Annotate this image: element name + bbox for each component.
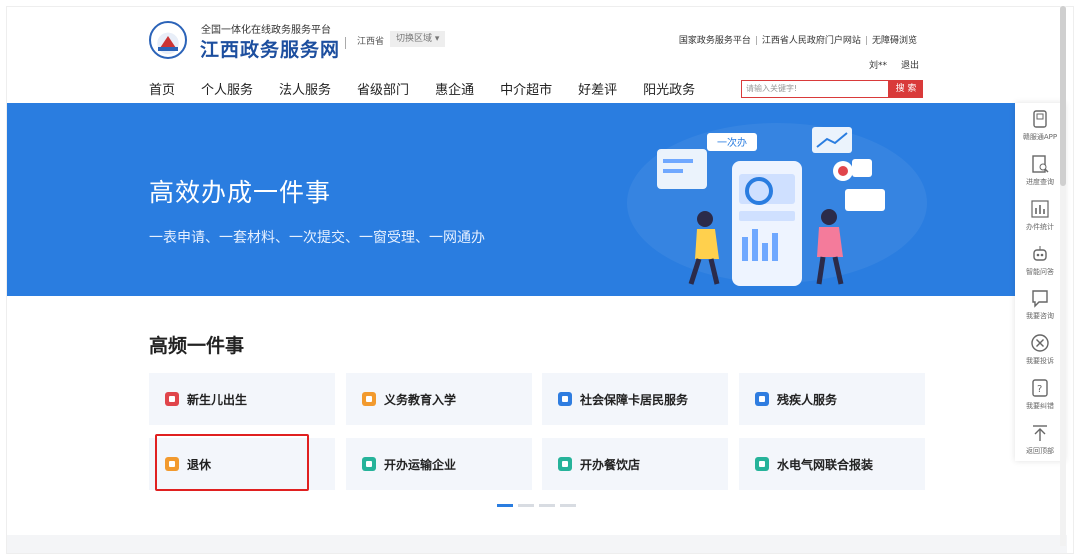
accessibility-icon (755, 392, 769, 406)
browser-viewport: 全国一体化在线政务服务平台 江西政务服务网 江西省 切换区域 ▾ 国家政务服务平… (6, 6, 1074, 554)
float-item-label: 我要纠错 (1026, 401, 1054, 410)
document-search-icon (1032, 155, 1049, 173)
service-card-label: 水电气网联合报装 (777, 457, 874, 472)
service-card-utilities[interactable]: 水电气网联合报装 (739, 438, 925, 490)
service-card-label: 新生儿出生 (187, 392, 248, 407)
nav-item-personal[interactable]: 个人服务 (201, 79, 253, 98)
pagination-dot[interactable] (560, 504, 576, 507)
float-item-label: 我要投诉 (1026, 357, 1054, 366)
nav-item-provincial-departments[interactable]: 省级部门 (357, 79, 409, 98)
service-card-social-security-card[interactable]: 社会保障卡居民服务 (542, 373, 728, 425)
float-item-correction[interactable]: ? 我要纠错 (1015, 372, 1065, 417)
top-links: 国家政务服务平台 | 江西省人民政府门户网站 | 无障碍浏览 (675, 33, 921, 46)
service-card-label: 义务教育入学 (384, 392, 457, 407)
card-icon (558, 392, 572, 406)
top-link-national[interactable]: 国家政务服务平台 (679, 36, 751, 46)
logout-link[interactable]: 退出 (901, 58, 919, 71)
service-card-label: 开办餐饮店 (580, 457, 641, 472)
banner-subtitle: 一表申请、一套材料、一次提交、一窗受理、一网通办 (149, 230, 485, 246)
service-card-transport-business[interactable]: 开办运输企业 (346, 438, 532, 490)
pagination-dot[interactable] (539, 504, 555, 507)
user-name[interactable]: 刘** (869, 58, 887, 71)
hero-banner[interactable]: 高效办成一件事 一表申请、一套材料、一次提交、一窗受理、一网通办 一次办 (7, 103, 1019, 296)
restaurant-icon (558, 457, 572, 471)
banner-badge: 一次办 (717, 136, 747, 149)
nav-item-agency-market[interactable]: 中介超市 (500, 79, 552, 98)
top-link-provincial[interactable]: 江西省人民政府门户网站 (762, 36, 861, 46)
service-card-disability[interactable]: 残疾人服务 (739, 373, 925, 425)
chat-icon (1032, 290, 1048, 309)
banner-title: 高效办成一件事 (149, 178, 332, 207)
region-switch-button[interactable]: 切换区域 ▾ (390, 31, 446, 47)
service-card-school-enrollment[interactable]: 义务教育入学 (346, 373, 532, 425)
pagination-dot[interactable] (497, 504, 513, 507)
divider: | (864, 36, 868, 46)
banner-illustration: 一次办 (657, 127, 885, 286)
pagination-dots (497, 504, 581, 507)
nav-item-home[interactable]: 首页 (149, 79, 175, 98)
truck-icon (362, 457, 376, 471)
bar-chart-icon (1031, 200, 1049, 218)
nav-item-legal-person[interactable]: 法人服务 (279, 79, 331, 98)
complaint-icon (1031, 334, 1049, 352)
service-card-label: 残疾人服务 (777, 392, 838, 407)
logo-subtitle: 全国一体化在线政务服务平台 (201, 25, 331, 36)
nav-item-open-government[interactable]: 阳光政务 (643, 79, 695, 98)
pagination-dot[interactable] (518, 504, 534, 507)
site-header: 全国一体化在线政务服务平台 江西政务服务网 江西省 切换区域 ▾ 国家政务服务平… (7, 7, 1073, 103)
region-switch-label: 切换区域 (396, 34, 433, 44)
float-item-complaint[interactable]: 我要投诉 (1015, 327, 1065, 372)
caret-down-icon: ▾ (434, 34, 440, 44)
float-item-statistics[interactable]: 办件统计 (1015, 193, 1065, 238)
float-item-progress[interactable]: 进度查询 (1015, 148, 1065, 193)
float-item-app[interactable]: 赣服通APP (1015, 103, 1065, 148)
float-item-label: 返回顶部 (1026, 446, 1054, 455)
float-item-label: 智能问答 (1026, 267, 1054, 276)
service-card-newborn[interactable]: 新生儿出生 (149, 373, 335, 425)
float-item-label: 我要咨询 (1026, 312, 1054, 321)
search-input[interactable]: 请输入关键字! (741, 80, 889, 98)
phone-icon (1033, 110, 1047, 129)
scrollbar-thumb[interactable] (1060, 6, 1066, 186)
service-card-label: 开办运输企业 (384, 457, 457, 472)
school-icon (362, 392, 376, 406)
float-item-label: 赣服通APP (1022, 133, 1058, 142)
baby-icon (165, 392, 179, 406)
float-item-consult[interactable]: 我要咨询 (1015, 282, 1065, 327)
utilities-icon (755, 457, 769, 471)
service-card-restaurant[interactable]: 开办餐饮店 (542, 438, 728, 490)
divider: | (754, 36, 758, 46)
arrow-up-icon (1033, 424, 1047, 441)
float-item-label: 进度查询 (1026, 178, 1054, 187)
scrollbar[interactable] (1060, 6, 1066, 546)
floating-toolbar: 赣服通APP 进度查询 办件统计 智能问答 我要咨询 我要投诉 ? 我要纠错 返 (1015, 103, 1065, 461)
float-item-label: 办件统计 (1026, 222, 1054, 231)
current-region: 江西省 (357, 37, 385, 47)
nav-item-enterprise[interactable]: 惠企通 (435, 79, 474, 98)
svg-text:?: ? (1037, 384, 1042, 395)
search-button[interactable]: 搜 索 (889, 80, 923, 98)
logo-emblem-icon[interactable] (149, 21, 187, 59)
float-item-smart-qa[interactable]: 智能问答 (1015, 237, 1065, 282)
logo-title[interactable]: 江西政务服务网 (200, 35, 340, 62)
selection-highlight (155, 434, 309, 491)
robot-icon (1033, 245, 1047, 261)
section-title: 高频一件事 (149, 335, 245, 357)
main-nav: 首页 个人服务 法人服务 省级部门 惠企通 中介超市 好差评 阳光政务 (149, 79, 721, 98)
top-link-accessibility[interactable]: 无障碍浏览 (872, 36, 917, 46)
nav-item-evaluation[interactable]: 好差评 (578, 79, 617, 98)
question-icon: ? (1032, 379, 1048, 397)
float-item-back-to-top[interactable]: 返回顶部 (1015, 416, 1065, 461)
service-card-label: 社会保障卡居民服务 (580, 392, 689, 407)
footer-strip (7, 535, 1067, 553)
divider (345, 37, 346, 49)
